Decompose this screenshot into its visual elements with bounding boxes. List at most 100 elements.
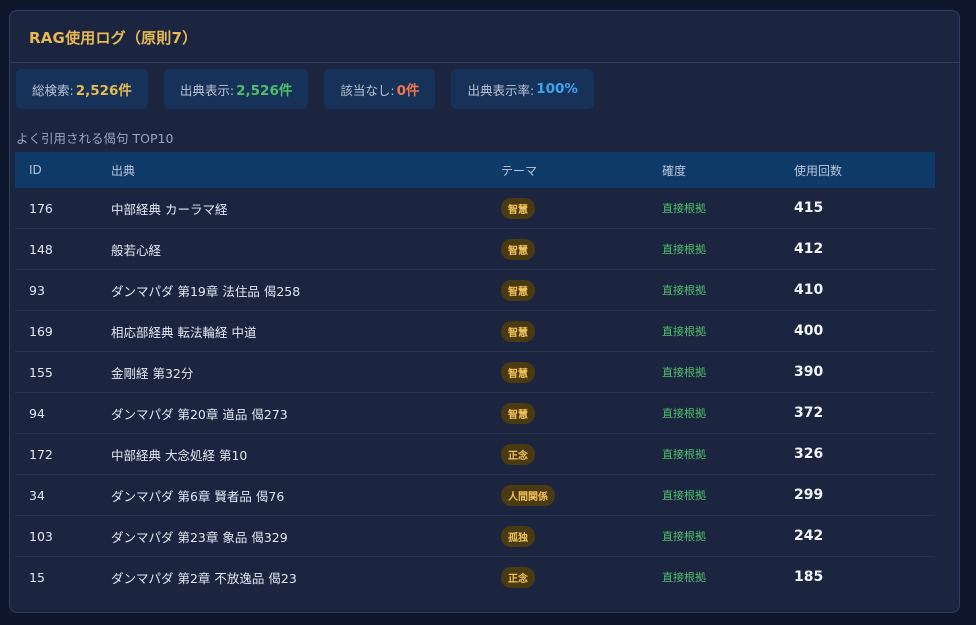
cell-id: 169 bbox=[29, 323, 53, 339]
cell-count: 412 bbox=[794, 241, 935, 257]
top-verses-table: ID 出典 テーマ 確度 使用回数 176 中部経典 カーラマ経 智慧 直接根拠 415… bbox=[15, 152, 935, 597]
cell-confidence: 直接根拠 bbox=[662, 487, 794, 503]
header-source: 出典 bbox=[111, 163, 136, 178]
stat-value: 100% bbox=[536, 81, 578, 97]
cell-source: ダンマパダ 第19章 法住品 偈258 bbox=[111, 283, 301, 299]
cell-count: 326 bbox=[794, 446, 935, 462]
confidence-label: 直接根拠 bbox=[662, 448, 706, 461]
cell-id: 176 bbox=[29, 200, 53, 216]
panel-header: RAG使用ログ（原則7） bbox=[10, 11, 959, 63]
cell-id: 94 bbox=[29, 405, 45, 421]
cell-theme: 智慧 bbox=[501, 361, 662, 383]
usage-count: 242 bbox=[794, 528, 824, 544]
stat-label: 総検索: bbox=[32, 82, 74, 98]
table-row: 103 ダンマパダ 第23章 象品 偈329 孤独 直接根拠 242 bbox=[15, 516, 935, 557]
usage-count: 326 bbox=[794, 446, 824, 462]
stat-source-shown: 出典表示: 2,526件 bbox=[163, 69, 309, 109]
confidence-label: 直接根拠 bbox=[662, 366, 706, 379]
cell-source: ダンマパダ 第6章 賢者品 偈76 bbox=[111, 488, 285, 504]
usage-count: 400 bbox=[794, 323, 824, 339]
stat-value: 2,526件 bbox=[75, 83, 132, 99]
cell-id: 148 bbox=[29, 241, 53, 257]
cell-id: 103 bbox=[29, 528, 53, 544]
panel-title: RAG使用ログ（原則7） bbox=[29, 29, 198, 47]
header-count: 使用回数 bbox=[794, 163, 843, 178]
theme-badge: 人間関係 bbox=[501, 484, 555, 506]
header-confidence: 確度 bbox=[662, 163, 687, 178]
cell-count: 415 bbox=[794, 200, 935, 216]
cell-id: 93 bbox=[29, 282, 45, 298]
table-body: 176 中部経典 カーラマ経 智慧 直接根拠 415 148 般若心経 智慧 直接根拠 412 93… bbox=[15, 188, 935, 597]
usage-count: 415 bbox=[794, 200, 824, 216]
cell-source: 相応部経典 転法輪経 中道 bbox=[111, 324, 257, 340]
cell-confidence: 直接根拠 bbox=[662, 364, 794, 380]
cell-count: 390 bbox=[794, 364, 935, 380]
usage-count: 299 bbox=[794, 487, 824, 503]
cell-theme: 正念 bbox=[501, 566, 662, 588]
section-label: よく引用される偈句 TOP10 bbox=[16, 131, 174, 146]
usage-count: 185 bbox=[794, 569, 824, 585]
table-row: 148 般若心経 智慧 直接根拠 412 bbox=[15, 229, 935, 270]
stat-label: 該当なし: bbox=[340, 82, 395, 98]
theme-badge: 智慧 bbox=[501, 402, 535, 424]
cell-confidence: 直接根拠 bbox=[662, 200, 794, 216]
cell-id: 34 bbox=[29, 487, 45, 503]
cell-theme: 智慧 bbox=[501, 320, 662, 342]
cell-source: 中部経典 大念処経 第10 bbox=[111, 447, 248, 463]
confidence-label: 直接根拠 bbox=[662, 530, 706, 543]
usage-count: 410 bbox=[794, 282, 824, 298]
confidence-label: 直接根拠 bbox=[662, 202, 706, 215]
stat-label: 出典表示率: bbox=[467, 82, 535, 98]
table-header: ID 出典 テーマ 確度 使用回数 bbox=[15, 152, 935, 188]
cell-theme: 孤独 bbox=[501, 525, 662, 547]
cell-theme: 人間関係 bbox=[501, 484, 662, 506]
table-row: 34 ダンマパダ 第6章 賢者品 偈76 人間関係 直接根拠 299 bbox=[15, 475, 935, 516]
stat-value: 2,526件 bbox=[236, 83, 293, 99]
theme-badge: 智慧 bbox=[501, 238, 535, 260]
stat-total-searches: 総検索: 2,526件 bbox=[16, 69, 148, 109]
cell-count: 299 bbox=[794, 487, 935, 503]
cell-theme: 智慧 bbox=[501, 402, 662, 424]
table-row: 15 ダンマパダ 第2章 不放逸品 偈23 正念 直接根拠 185 bbox=[15, 557, 935, 597]
theme-badge: 正念 bbox=[501, 566, 535, 588]
header-id: ID bbox=[29, 163, 42, 177]
cell-confidence: 直接根拠 bbox=[662, 446, 794, 462]
cell-source: ダンマパダ 第20章 道品 偈273 bbox=[111, 406, 288, 422]
header-theme: テーマ bbox=[501, 163, 538, 178]
cell-confidence: 直接根拠 bbox=[662, 282, 794, 298]
theme-badge: 孤独 bbox=[501, 525, 535, 547]
stats-bar: 総検索: 2,526件 出典表示: 2,526件 該当なし: 0件 出典表示率:… bbox=[16, 69, 594, 109]
cell-source: 中部経典 カーラマ経 bbox=[111, 201, 228, 217]
cell-confidence: 直接根拠 bbox=[662, 241, 794, 257]
cell-id: 172 bbox=[29, 446, 53, 462]
stat-value: 0件 bbox=[396, 83, 420, 99]
cell-theme: 智慧 bbox=[501, 238, 662, 260]
table-row: 93 ダンマパダ 第19章 法住品 偈258 智慧 直接根拠 410 bbox=[15, 270, 935, 311]
confidence-label: 直接根拠 bbox=[662, 243, 706, 256]
table-row: 155 金剛経 第32分 智慧 直接根拠 390 bbox=[15, 352, 935, 393]
table-row: 172 中部経典 大念処経 第10 正念 直接根拠 326 bbox=[15, 434, 935, 475]
theme-badge: 智慧 bbox=[501, 320, 535, 342]
cell-id: 155 bbox=[29, 364, 53, 380]
cell-theme: 智慧 bbox=[501, 279, 662, 301]
cell-confidence: 直接根拠 bbox=[662, 528, 794, 544]
usage-count: 412 bbox=[794, 241, 824, 257]
cell-count: 400 bbox=[794, 323, 935, 339]
stat-label: 出典表示: bbox=[179, 82, 235, 98]
cell-count: 242 bbox=[794, 528, 935, 544]
table-row: 94 ダンマパダ 第20章 道品 偈273 智慧 直接根拠 372 bbox=[15, 393, 935, 434]
table-row: 176 中部経典 カーラマ経 智慧 直接根拠 415 bbox=[15, 188, 935, 229]
cell-theme: 正念 bbox=[501, 443, 662, 465]
confidence-label: 直接根拠 bbox=[662, 407, 706, 420]
cell-id: 15 bbox=[29, 569, 45, 585]
theme-badge: 智慧 bbox=[501, 197, 535, 219]
cell-confidence: 直接根拠 bbox=[662, 405, 794, 421]
cell-source: ダンマパダ 第23章 象品 偈329 bbox=[111, 529, 288, 545]
theme-badge: 智慧 bbox=[501, 279, 535, 301]
confidence-label: 直接根拠 bbox=[662, 284, 706, 297]
theme-badge: 智慧 bbox=[501, 361, 535, 383]
cell-source: 金剛経 第32分 bbox=[111, 365, 194, 381]
cell-theme: 智慧 bbox=[501, 197, 662, 219]
usage-count: 390 bbox=[794, 364, 824, 380]
cell-count: 410 bbox=[794, 282, 935, 298]
